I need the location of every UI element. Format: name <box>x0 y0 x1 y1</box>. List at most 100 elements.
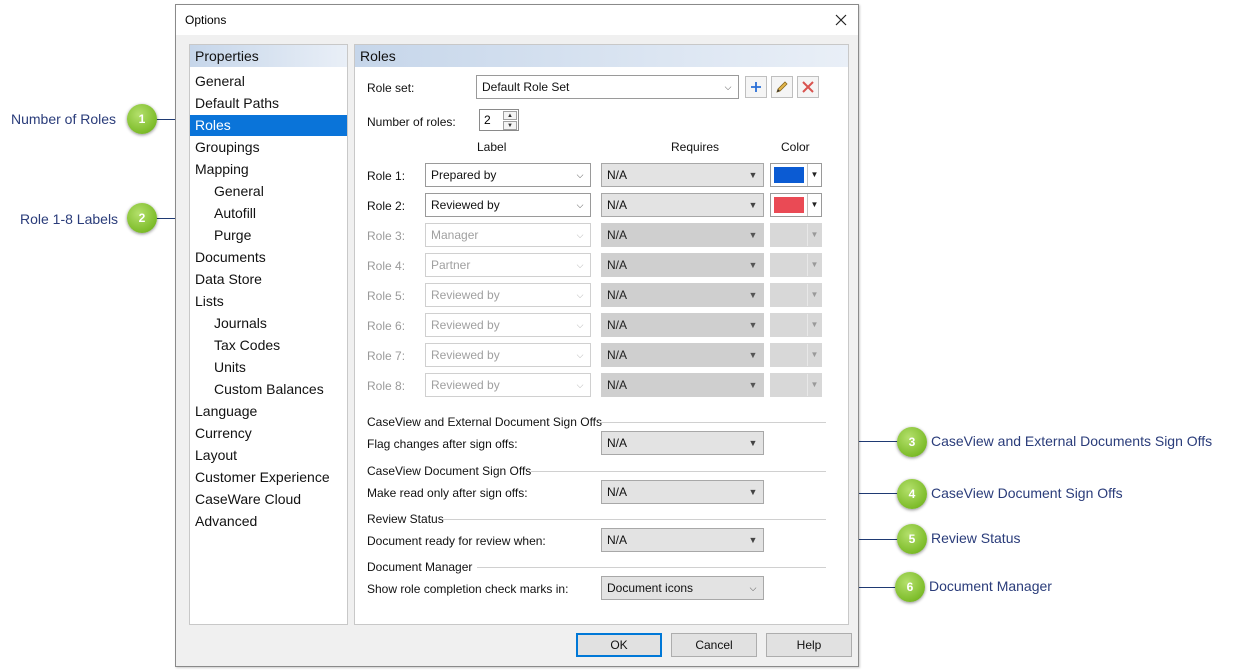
role-name-label: Role 1: <box>367 169 406 183</box>
caret-down-icon: ▼ <box>748 535 758 545</box>
options-dialog: Options Properties General Default Paths R… <box>175 4 859 667</box>
callout-6-text: Document Manager <box>929 578 1052 594</box>
section-field-label: Make read only after sign offs: <box>367 486 528 500</box>
properties-item[interactable]: Language <box>190 401 347 422</box>
role-label-dropdown: Reviewed by ⌵ <box>425 373 591 397</box>
role-requires-value: N/A <box>607 378 628 392</box>
properties-item[interactable]: Mapping <box>190 159 347 180</box>
callout-1-badge: 1 <box>127 104 157 134</box>
properties-item[interactable]: General <box>190 181 347 202</box>
properties-item[interactable]: Layout <box>190 445 347 466</box>
properties-item[interactable]: Groupings <box>190 137 347 158</box>
role-requires-dropdown: N/A ▼ <box>601 373 764 397</box>
number-of-roles-value: 2 <box>484 113 491 127</box>
role-label-dropdown: Partner ⌵ <box>425 253 591 277</box>
role-requires-dropdown: N/A ▼ <box>601 253 764 277</box>
properties-item[interactable]: Autofill <box>190 203 347 224</box>
section-field-label: Show role completion check marks in: <box>367 582 569 596</box>
caret-down-icon: ▼ <box>748 487 758 497</box>
chevron-down-icon: ⌵ <box>576 170 584 180</box>
edit-role-set-button[interactable] <box>771 76 793 98</box>
callout-2-badge: 2 <box>127 203 157 233</box>
spin-down-icon[interactable]: ▼ <box>503 121 517 130</box>
properties-item[interactable]: Default Paths <box>190 93 347 114</box>
caret-down-icon: ▼ <box>748 200 758 210</box>
role-label-value: Manager <box>431 228 479 242</box>
pencil-icon <box>776 81 788 93</box>
section-dropdown[interactable]: N/A ▼ <box>601 480 764 504</box>
ok-button[interactable]: OK <box>576 633 662 657</box>
properties-item[interactable]: Tax Codes <box>190 335 347 356</box>
role-name-label: Role 8: <box>367 379 406 393</box>
role-color-picker: ▼ <box>770 223 822 247</box>
role-label-value: Partner <box>431 258 471 272</box>
properties-item[interactable]: Purge <box>190 225 347 246</box>
role-requires-value: N/A <box>607 348 628 362</box>
section-dropdown[interactable]: Document icons ⌵ <box>601 576 764 600</box>
role-requires-value: N/A <box>607 228 628 242</box>
role-requires-value: N/A <box>607 288 628 302</box>
number-of-roles-spinner[interactable]: 2 ▲ ▼ <box>479 109 519 131</box>
spin-up-icon[interactable]: ▲ <box>503 111 517 120</box>
role-color-picker: ▼ <box>770 343 822 367</box>
caret-down-icon: ▼ <box>748 320 758 330</box>
properties-item[interactable]: Lists <box>190 291 347 312</box>
chevron-down-icon: ⌵ <box>576 380 584 390</box>
role-requires-value: N/A <box>607 168 628 182</box>
help-button[interactable]: Help <box>766 633 852 657</box>
callout-5-text: Review Status <box>931 530 1021 546</box>
properties-item[interactable]: Journals <box>190 313 347 334</box>
role-requires-value: N/A <box>607 198 628 212</box>
section-dropdown[interactable]: N/A ▼ <box>601 528 764 552</box>
role-label-dropdown[interactable]: Prepared by ⌵ <box>425 163 591 187</box>
properties-item[interactable]: Roles <box>190 115 347 136</box>
section-dropdown-value: N/A <box>607 436 628 450</box>
section-separator <box>443 519 826 520</box>
caret-down-icon: ▼ <box>748 380 758 390</box>
properties-item[interactable]: Data Store <box>190 269 347 290</box>
role-color-picker: ▼ <box>770 283 822 307</box>
role-color-picker[interactable]: ▼ <box>770 163 822 187</box>
properties-item[interactable]: Currency <box>190 423 347 444</box>
caret-down-icon: ▼ <box>748 170 758 180</box>
roles-panel: Roles Role set: Default Role Set ⌵ Numbe… <box>354 44 849 625</box>
add-role-set-button[interactable] <box>745 76 767 98</box>
role-label-dropdown: Reviewed by ⌵ <box>425 343 591 367</box>
role-requires-dropdown: N/A ▼ <box>601 223 764 247</box>
properties-item[interactable]: Units <box>190 357 347 378</box>
properties-item[interactable]: Custom Balances <box>190 379 347 400</box>
cancel-button[interactable]: Cancel <box>671 633 757 657</box>
properties-item[interactable]: General <box>190 71 347 92</box>
section-separator <box>531 471 826 472</box>
properties-item[interactable]: CaseWare Cloud <box>190 489 347 510</box>
callout-2-text: Role 1-8 Labels <box>20 211 119 227</box>
role-color-picker[interactable]: ▼ <box>770 193 822 217</box>
role-name-label: Role 6: <box>367 319 406 333</box>
close-icon <box>835 14 847 26</box>
color-column-header: Color <box>781 140 810 154</box>
role-set-dropdown[interactable]: Default Role Set ⌵ <box>476 75 739 99</box>
role-requires-dropdown[interactable]: N/A ▼ <box>601 193 764 217</box>
caret-down-icon: ▼ <box>748 438 758 448</box>
number-of-roles-label: Number of roles: <box>367 115 456 129</box>
role-label-dropdown[interactable]: Reviewed by ⌵ <box>425 193 591 217</box>
section-dropdown[interactable]: N/A ▼ <box>601 431 764 455</box>
section-separator <box>477 567 826 568</box>
close-button[interactable] <box>824 5 858 35</box>
caret-down-icon: ▼ <box>807 164 821 186</box>
role-requires-dropdown: N/A ▼ <box>601 313 764 337</box>
role-requires-dropdown[interactable]: N/A ▼ <box>601 163 764 187</box>
role-label-dropdown: Reviewed by ⌵ <box>425 313 591 337</box>
chevron-down-icon: ⌵ <box>576 200 584 210</box>
properties-header: Properties <box>190 45 347 67</box>
properties-item[interactable]: Documents <box>190 247 347 268</box>
role-label-value: Reviewed by <box>431 288 500 302</box>
callout-3-badge: 3 <box>897 427 927 457</box>
delete-icon <box>802 81 814 93</box>
properties-item[interactable]: Advanced <box>190 511 347 532</box>
role-name-label: Role 4: <box>367 259 406 273</box>
delete-role-set-button[interactable] <box>797 76 819 98</box>
role-label-dropdown: Manager ⌵ <box>425 223 591 247</box>
properties-item[interactable]: Customer Experience <box>190 467 347 488</box>
callout-5-badge: 5 <box>897 524 927 554</box>
